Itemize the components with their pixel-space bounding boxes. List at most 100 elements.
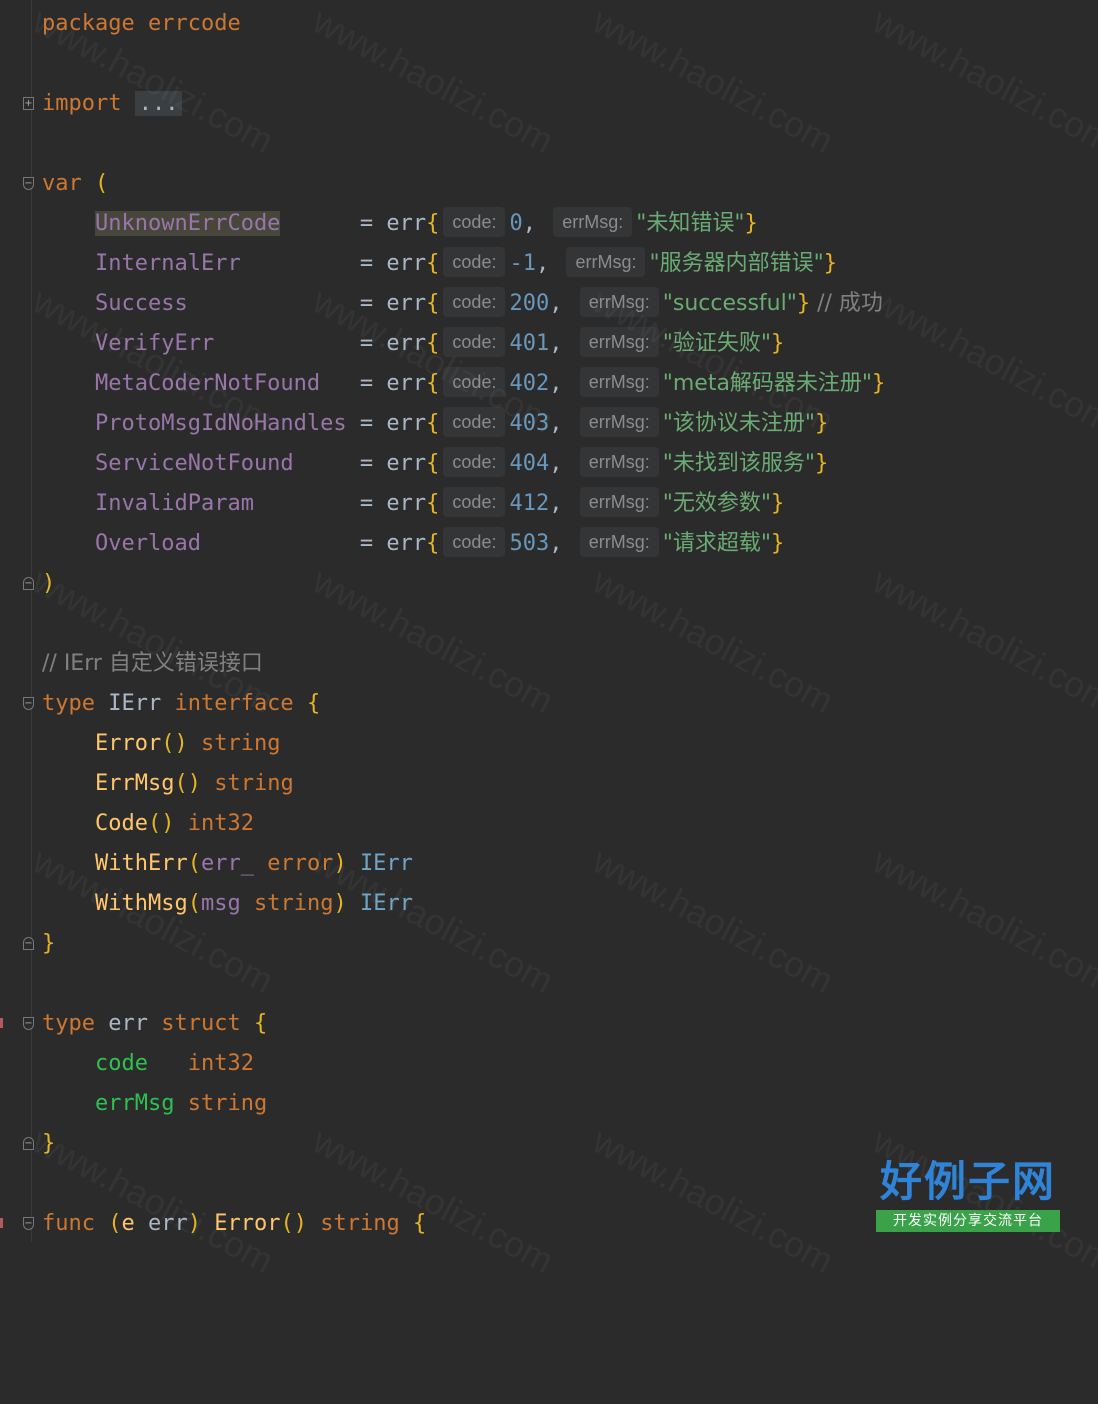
paren: ) <box>187 1211 201 1236</box>
code-line-method-code: Code() int32 <box>0 804 1098 844</box>
const-name[interactable]: ServiceNotFound <box>95 451 294 476</box>
code-line-field-code: code int32 <box>0 1044 1098 1084</box>
close-paren: ) <box>42 571 56 596</box>
keyword-interface: interface <box>174 691 294 716</box>
composite-type: err <box>386 291 427 316</box>
fold-end-icon[interactable]: − <box>23 937 34 950</box>
const-name[interactable]: Success <box>95 291 188 316</box>
method-withmsg: WithMsg <box>95 891 188 916</box>
param-hint-code: code: <box>443 287 506 317</box>
keyword-type: type <box>42 1011 95 1036</box>
alignment-space <box>280 211 346 236</box>
param-hint-errmsg: errMsg: <box>579 407 659 437</box>
code-line-error-const: ServiceNotFound = err{code: 404, errMsg: "… <box>0 444 1098 484</box>
fold-end-icon[interactable]: − <box>23 577 34 590</box>
const-name[interactable]: InternalErr <box>95 251 241 276</box>
code-line-error-const: InternalErr = err{code: -1, errMsg: "服务器内部… <box>0 244 1098 284</box>
param-hint-code: code: <box>443 367 506 397</box>
type-string: string <box>214 771 294 796</box>
field-code: code <box>95 1051 148 1076</box>
assign-op: = <box>346 451 387 476</box>
comma: , <box>522 211 550 236</box>
fold-collapse-icon[interactable]: − <box>23 697 34 710</box>
error-message-string: "服务器内部错误" <box>649 251 824 276</box>
composite-type: err <box>386 331 427 356</box>
const-name[interactable]: MetaCoderNotFound <box>95 371 320 396</box>
close-brace: } <box>814 411 829 436</box>
error-message-string: "successful" <box>662 291 797 316</box>
close-brace: } <box>872 371 886 396</box>
assign-op: = <box>346 331 387 356</box>
code-line-err-struct: − type err struct { <box>0 1004 1098 1044</box>
open-brace: { <box>426 291 440 316</box>
code-line-method-error: Error() string <box>0 724 1098 764</box>
param-hint-errmsg: errMsg: <box>579 287 659 317</box>
open-brace: { <box>426 331 440 356</box>
param-hint-code: code: <box>443 527 506 557</box>
const-name[interactable]: VerifyErr <box>95 331 214 356</box>
param-hint-code: code: <box>443 487 506 517</box>
collapsed-imports[interactable]: ... <box>134 91 183 116</box>
type-int32: int32 <box>187 811 254 836</box>
package-name: errcode <box>147 11 241 36</box>
type-string: string <box>320 1211 400 1236</box>
composite-type: err <box>386 211 427 236</box>
param-hint-errmsg: errMsg: <box>566 247 646 277</box>
brand-logo: 好例子网 开发实例分享交流平台 <box>876 1158 1060 1234</box>
code-line-method-witherr: WithErr(err_ error) IErr <box>0 844 1098 884</box>
type-error: error <box>267 851 334 876</box>
type-name-err: err <box>108 1011 148 1036</box>
paren: ( <box>108 1211 122 1236</box>
gutter-change-marker <box>0 1018 3 1028</box>
param-hint-errmsg: errMsg: <box>579 487 659 517</box>
error-message-string: "请求超载" <box>662 531 771 556</box>
fold-expand-icon[interactable]: + <box>23 97 34 110</box>
composite-type: err <box>386 371 427 396</box>
fold-collapse-icon[interactable]: − <box>23 177 34 190</box>
method-code: Code <box>95 811 148 836</box>
code-line-error-const: UnknownErrCode = err{code: 0, errMsg: "未知错… <box>0 204 1098 244</box>
alignment-space <box>294 451 347 476</box>
error-code-value: 401 <box>509 331 550 356</box>
error-code-value: -1 <box>509 251 536 276</box>
param-hint-errmsg: errMsg: <box>579 447 659 477</box>
type-int32: int32 <box>187 1051 254 1076</box>
code-line-error-const: InvalidParam = err{code: 412, errMsg: "无效参… <box>0 484 1098 524</box>
assign-op: = <box>346 291 387 316</box>
param-hint-errmsg: errMsg: <box>579 527 659 557</box>
open-brace: { <box>412 1211 427 1236</box>
brand-title: 好例子网 <box>879 1157 1056 1206</box>
type-string: string <box>253 891 334 916</box>
const-name[interactable]: Overload <box>95 531 201 556</box>
const-name[interactable]: UnknownErrCode <box>95 211 281 236</box>
const-name[interactable]: InvalidParam <box>95 491 254 516</box>
keyword-var: var <box>42 171 82 196</box>
comma: , <box>549 331 576 356</box>
close-brace: } <box>42 931 56 956</box>
open-brace: { <box>426 491 440 516</box>
gutter-change-marker <box>0 1218 3 1228</box>
fold-end-icon[interactable]: − <box>23 1137 34 1150</box>
field-errmsg: errMsg <box>95 1091 175 1116</box>
code-line-error-const: ProtoMsgIdNoHandles = err{code: 403, errM… <box>0 404 1098 444</box>
keyword-func: func <box>42 1211 95 1236</box>
param-hint-errmsg: errMsg: <box>553 207 633 237</box>
code-line-var-close: − ) <box>0 564 1098 604</box>
const-name[interactable]: ProtoMsgIdNoHandles <box>95 411 347 436</box>
comma: , <box>535 251 563 276</box>
code-line-method-errmsg: ErrMsg() string <box>0 764 1098 804</box>
comma: , <box>549 451 576 476</box>
paren: ) <box>333 891 347 916</box>
fold-collapse-icon[interactable]: − <box>23 1017 34 1030</box>
alignment-space <box>241 251 347 276</box>
code-editor[interactable]: package errcode + import ... − var ( Unk… <box>0 0 1098 1281</box>
param-hint-errmsg: errMsg: <box>579 367 659 397</box>
open-brace: { <box>426 211 440 236</box>
param-hint-code: code: <box>443 207 506 237</box>
open-brace: { <box>426 451 440 476</box>
fold-collapse-icon[interactable]: − <box>23 1217 34 1230</box>
comma: , <box>549 291 576 316</box>
return-type-ierr: IErr <box>359 891 413 916</box>
open-brace: { <box>426 371 440 396</box>
error-message-string: "未知错误" <box>636 211 745 236</box>
